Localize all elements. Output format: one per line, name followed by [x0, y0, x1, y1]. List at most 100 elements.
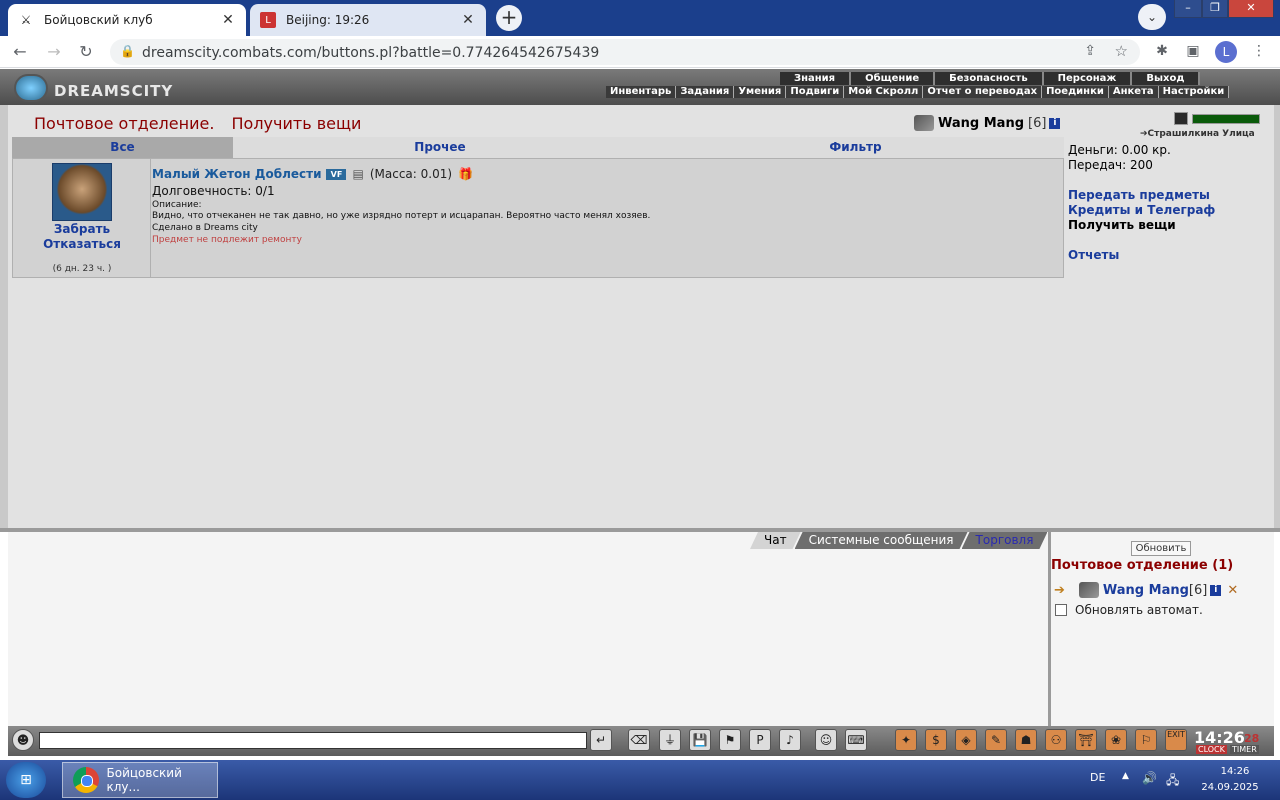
room-title: Почтовое отделение (1)	[1051, 558, 1234, 573]
language-indicator[interactable]: DE	[1090, 771, 1105, 784]
online-user-name[interactable]: Wang Mang	[1103, 583, 1189, 598]
taskbar-chrome-app[interactable]: Бойцовский клу...	[62, 762, 218, 798]
side-panel-icon[interactable]: ▣	[1182, 40, 1204, 62]
share-icon[interactable]: ⇪	[1084, 43, 1096, 59]
menu-exit[interactable]: Выход	[1132, 72, 1201, 85]
credits-telegraph-link[interactable]: Кредиты и Телеграф	[1068, 203, 1215, 217]
window-close-button[interactable]: ✕	[1228, 0, 1274, 18]
item-mass: (Масса: 0.01)	[369, 167, 453, 181]
eraser-icon[interactable]: ⌫	[628, 729, 650, 751]
group-icon[interactable]: ⚇	[1045, 729, 1067, 751]
location-link[interactable]: ➔Страшилкина Улица	[1140, 129, 1255, 139]
filter-icon[interactable]: ⏚	[659, 729, 681, 751]
reports-link[interactable]: Отчеты	[1068, 248, 1119, 262]
chat-input[interactable]	[39, 732, 587, 749]
taskbar-date[interactable]: 24.09.2025	[1190, 782, 1270, 793]
back-icon[interactable]: ←	[8, 40, 32, 64]
submenu-skills[interactable]: Умения	[734, 86, 787, 98]
portrait-icon[interactable]	[1174, 112, 1188, 125]
lock-icon[interactable]: 🔒	[120, 44, 135, 58]
submenu-settings[interactable]: Настройки	[1158, 86, 1230, 98]
transfer-items-link[interactable]: Передать предметы	[1068, 188, 1210, 202]
submenu-quests[interactable]: Задания	[676, 86, 735, 98]
tab-all[interactable]: Все	[12, 137, 233, 158]
taskbar-time[interactable]: 14:26	[1200, 766, 1270, 777]
timer-button[interactable]: TIMER	[1230, 745, 1259, 754]
tab-trade[interactable]: Торговля	[962, 532, 1048, 549]
time-left: (6 дн. 23 ч. )	[52, 264, 112, 274]
menu-knowledge[interactable]: Знания	[780, 72, 852, 85]
clock-button[interactable]: CLOCK	[1196, 745, 1227, 754]
take-link[interactable]: Забрать	[13, 222, 151, 236]
menu-communication[interactable]: Общение	[851, 72, 936, 85]
close-icon[interactable]: ✕	[220, 12, 236, 28]
volume-icon[interactable]: 🔊	[1142, 771, 1157, 785]
tab-title: Beijing: 19:26	[286, 13, 370, 27]
maximize-button[interactable]: ❐	[1202, 0, 1228, 18]
menu-icon[interactable]: ⋮	[1248, 40, 1270, 62]
profile-avatar[interactable]: L	[1215, 41, 1237, 63]
fighter-icon[interactable]: ⚑	[719, 729, 741, 751]
page-title: Почтовое отделение. Получить вещи	[34, 114, 362, 133]
paw-icon[interactable]: ❀	[1105, 729, 1127, 751]
receive-items-link[interactable]: Получить вещи	[1068, 218, 1176, 232]
url-text[interactable]: dreamscity.combats.com/buttons.pl?battle…	[142, 45, 599, 61]
flag-icon[interactable]: ⚐	[1135, 729, 1157, 751]
money-bag-icon[interactable]: $	[925, 729, 947, 751]
item-description: Видно, что отчеканен не так давно, но уж…	[152, 211, 651, 221]
translit-icon[interactable]: ⌨	[845, 729, 867, 751]
extensions-icon[interactable]: ✱	[1151, 40, 1173, 62]
close-icon[interactable]: ✕	[460, 12, 476, 28]
item-name[interactable]: Малый Жетон Доблести	[152, 167, 321, 181]
exit-icon[interactable]: EXIT	[1165, 729, 1187, 751]
omnibox[interactable]: 🔒 dreamscity.combats.com/buttons.pl?batt…	[110, 39, 1140, 65]
minimize-button[interactable]: –	[1174, 0, 1202, 18]
scroll-icon[interactable]: ✎	[985, 729, 1007, 751]
money: Деньги: 0.00 кр.	[1068, 143, 1171, 157]
tab-active[interactable]: ⚔ Бойцовский клуб ✕	[8, 4, 246, 36]
tab-inactive[interactable]: L Beijing: 19:26 ✕	[250, 4, 486, 36]
save-icon[interactable]: 💾	[689, 729, 711, 751]
send-icon[interactable]: ↵	[590, 729, 612, 751]
bookmark-star-icon[interactable]: ☆	[1115, 42, 1128, 60]
smile-icon[interactable]: ☺	[815, 729, 837, 751]
map-icon[interactable]: ◈	[955, 729, 977, 751]
tab-other[interactable]: Прочее	[233, 137, 647, 158]
magic-icon[interactable]: ✦	[895, 729, 917, 751]
tab-search-icon[interactable]: ⌄	[1138, 4, 1166, 30]
smiley-menu-icon[interactable]: ☻	[12, 729, 34, 751]
menu-character[interactable]: Персонаж	[1043, 72, 1133, 85]
info-icon[interactable]: i	[1049, 117, 1061, 129]
reload-icon[interactable]: ↻	[74, 40, 98, 64]
new-tab-button[interactable]: +	[496, 5, 522, 31]
submenu-profile[interactable]: Анкета	[1108, 86, 1159, 98]
submenu-fights[interactable]: Поединки	[1042, 86, 1109, 98]
tab-filter[interactable]: Фильтр	[647, 137, 1064, 158]
network-icon[interactable]: 🖧	[1166, 771, 1179, 792]
submenu-transfer-report[interactable]: Отчет о переводах	[923, 86, 1043, 98]
desc-label: Описание:	[152, 200, 202, 210]
submenu-achievements[interactable]: Подвиги	[786, 86, 845, 98]
tab-chat[interactable]: Чат	[750, 532, 801, 549]
sound-icon[interactable]: ♪	[779, 729, 801, 751]
tab-system-messages[interactable]: Системные сообщения	[795, 532, 968, 549]
item-title: Малый Жетон Доблести VF ▤ (Масса: 0.01) …	[152, 167, 473, 181]
info-icon[interactable]: i	[1210, 584, 1222, 596]
windows-start-icon[interactable]: ⊞	[6, 762, 46, 798]
auto-refresh-checkbox[interactable]	[1055, 604, 1067, 616]
hp-bar	[1192, 113, 1260, 124]
refuse-link[interactable]: Отказаться	[13, 237, 151, 251]
tray-arrow-icon[interactable]: ▲	[1122, 771, 1129, 781]
mask-icon[interactable]: ☗	[1015, 729, 1037, 751]
refresh-button[interactable]: Обновить	[1131, 541, 1191, 556]
chat-tabs: Чат Системные сообщения Торговля	[750, 532, 1041, 549]
align-icon	[1078, 582, 1099, 598]
private-message-icon[interactable]: ➔	[1054, 583, 1065, 598]
forward-icon[interactable]: →	[42, 40, 66, 64]
gate-icon[interactable]: ⛩	[1075, 729, 1097, 751]
private-icon[interactable]: P	[749, 729, 771, 751]
close-icon[interactable]: ✕	[1227, 583, 1238, 598]
menu-security[interactable]: Безопасность	[935, 72, 1044, 85]
submenu-inventory[interactable]: Инвентарь	[606, 86, 677, 98]
submenu-my-scroll[interactable]: Мой Скролл	[844, 86, 924, 98]
